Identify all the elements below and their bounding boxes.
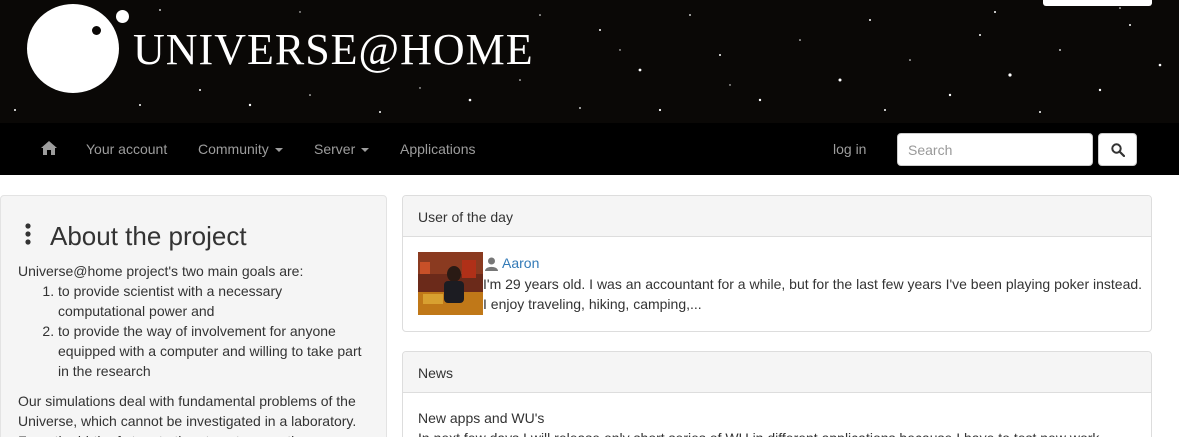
logo-dot [92, 26, 101, 35]
news-panel: News New apps and WU's In next few days … [402, 351, 1152, 437]
logo-moon [116, 10, 129, 23]
user-icon [485, 257, 498, 271]
nav-community-label: Community [198, 141, 269, 157]
nav-server-label: Server [314, 141, 356, 157]
vertical-ellipsis-icon [25, 223, 31, 245]
nav-server[interactable]: Server [314, 140, 370, 158]
goals-list: to provide scientist with a necessary co… [18, 281, 373, 381]
user-name-link[interactable]: Aaron [502, 254, 539, 272]
about-paragraph: Our simulations deal with fundamental pr… [18, 393, 357, 437]
about-title: About the project [50, 221, 247, 251]
nav-your-account[interactable]: Your account [86, 140, 167, 158]
panel-heading: User of the day [403, 196, 1151, 237]
home-icon[interactable] [40, 140, 58, 156]
panel-heading: News [403, 352, 1151, 393]
logo-circle [27, 4, 119, 93]
chevron-down-icon [361, 148, 370, 153]
login-link[interactable]: log in [833, 140, 866, 158]
chevron-down-icon [274, 148, 283, 153]
user-of-the-day-panel: User of the day Aaron I'm 29 years old. … [402, 195, 1152, 332]
site-logo-text[interactable]: UNIVERSE@HOME [133, 26, 534, 74]
site-banner: UNIVERSE@HOME [0, 0, 1179, 123]
top-corner-tab [1043, 0, 1152, 6]
navbar: Your account Community Server Applicatio… [0, 123, 1179, 175]
nav-community[interactable]: Community [198, 140, 283, 158]
search-icon [1110, 142, 1125, 157]
news-item-text: In next few days I will release only sho… [418, 428, 1148, 437]
goal-item: to provide the way of involvement for an… [58, 321, 373, 381]
search-button[interactable] [1098, 133, 1137, 166]
search-input[interactable] [897, 133, 1093, 166]
about-panel: About the project Universe@home project'… [0, 195, 387, 437]
user-description: I'm 29 years old. I was an accountant fo… [483, 276, 1143, 312]
nav-applications[interactable]: Applications [400, 140, 476, 158]
news-item-title: New apps and WU's [418, 410, 545, 426]
user-photo[interactable] [418, 252, 483, 315]
about-body: Universe@home project's two main goals a… [18, 261, 373, 437]
goal-item: to provide scientist with a necessary co… [58, 281, 373, 321]
about-intro: Universe@home project's two main goals a… [18, 263, 304, 279]
